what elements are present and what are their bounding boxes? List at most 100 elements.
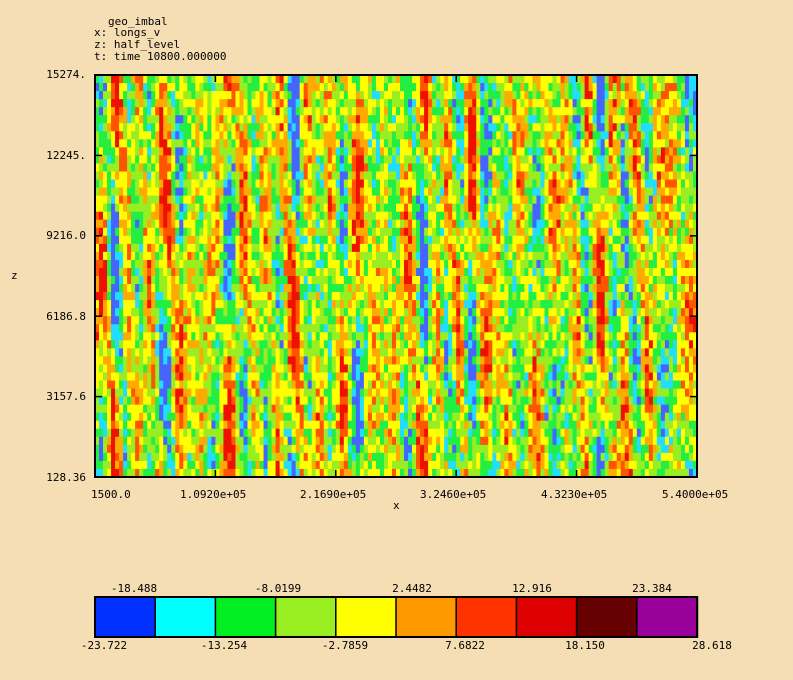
- heatmap-cell: [243, 163, 248, 172]
- heatmap-cell: [259, 356, 264, 365]
- heatmap-cell: [99, 267, 104, 277]
- heatmap-cell: [299, 251, 305, 261]
- heatmap-cell: [299, 147, 305, 156]
- heatmap-cell: [331, 420, 337, 430]
- heatmap-cell: [391, 396, 397, 406]
- heatmap-cell: [115, 348, 120, 357]
- heatmap-cell: [363, 243, 369, 253]
- heatmap-cell: [456, 308, 461, 317]
- heatmap-cell: [363, 452, 369, 462]
- heatmap-cell: [159, 131, 164, 140]
- heatmap-cell: [424, 123, 429, 132]
- heatmap-cell: [287, 332, 293, 341]
- heatmap-cell: [263, 131, 268, 140]
- heatmap-cell: [207, 147, 212, 156]
- heatmap-cell: [363, 123, 369, 132]
- heatmap-cell: [460, 412, 465, 422]
- heatmap-cell: [163, 356, 168, 365]
- heatmap-cell: [412, 356, 417, 365]
- heatmap-cell: [267, 195, 272, 205]
- heatmap-cell: [379, 251, 385, 261]
- heatmap-cell: [412, 187, 417, 196]
- heatmap-cell: [299, 75, 305, 84]
- heatmap-cell: [271, 99, 276, 108]
- heatmap-cell: [472, 147, 477, 156]
- heatmap-cell: [203, 284, 208, 293]
- heatmap-cell: [464, 235, 469, 245]
- heatmap-cell: [123, 195, 128, 205]
- heatmap-cell: [179, 259, 184, 269]
- heatmap-cell: [347, 460, 353, 470]
- heatmap-cell: [428, 316, 433, 325]
- heatmap-cell: [219, 123, 224, 132]
- heatmap-cell: [307, 348, 313, 357]
- heatmap-cell: [444, 147, 449, 156]
- heatmap-cell: [235, 147, 240, 156]
- heatmap-cell: [363, 308, 369, 317]
- heatmap-cell: [335, 83, 341, 92]
- heatmap-cell: [115, 340, 120, 349]
- heatmap-cell: [396, 372, 401, 381]
- heatmap-cell: [283, 219, 289, 229]
- heatmap-cell: [203, 147, 208, 156]
- heatmap-cell: [464, 316, 469, 325]
- heatmap-cell: [279, 332, 285, 341]
- heatmap-cell: [211, 179, 216, 188]
- heatmap-cell: [107, 348, 112, 357]
- heatmap-cell: [203, 203, 208, 213]
- heatmap-cell: [335, 195, 341, 205]
- heatmap-cell: [448, 211, 453, 221]
- heatmap-cell: [155, 356, 160, 365]
- heatmap-cell: [468, 324, 473, 333]
- heatmap-cell: [107, 115, 112, 124]
- heatmap-cell: [127, 75, 132, 84]
- heatmap-cell: [456, 340, 461, 349]
- heatmap-cell: [400, 259, 405, 269]
- heatmap-cell: [235, 300, 240, 309]
- heatmap-cell: [167, 155, 172, 164]
- heatmap-cell: [103, 340, 108, 349]
- heatmap-cell: [299, 219, 305, 229]
- heatmap-cell: [448, 316, 453, 325]
- heatmap-cell: [163, 171, 168, 180]
- heatmap-cell: [351, 251, 357, 261]
- heatmap-cell: [175, 332, 180, 341]
- heatmap-cell: [464, 211, 469, 221]
- heatmap-cell: [123, 292, 128, 301]
- heatmap-cell: [444, 115, 449, 124]
- heatmap-cell: [103, 396, 108, 406]
- heatmap-cell: [440, 356, 445, 365]
- heatmap-cell: [375, 452, 381, 462]
- heatmap-cell: [223, 324, 228, 333]
- heatmap-cell: [363, 75, 369, 84]
- heatmap-cell: [243, 452, 248, 462]
- heatmap-cell: [391, 292, 397, 301]
- heatmap-cell: [436, 139, 441, 148]
- heatmap-cell: [283, 171, 289, 180]
- heatmap-cell: [255, 203, 260, 213]
- heatmap-cell: [115, 300, 120, 309]
- heatmap-cell: [375, 115, 381, 124]
- heatmap-cell: [135, 155, 140, 164]
- heatmap-cell: [107, 251, 112, 261]
- heatmap-cell: [391, 227, 397, 237]
- heatmap-cell: [171, 139, 176, 148]
- heatmap-cell: [267, 412, 272, 422]
- heatmap-cell: [468, 91, 473, 100]
- heatmap-cell: [363, 195, 369, 205]
- heatmap-cell: [339, 276, 345, 285]
- heatmap-cell: [231, 372, 236, 381]
- heatmap-cell: [187, 428, 192, 438]
- heatmap-cell: [131, 155, 136, 164]
- heatmap-cell: [480, 259, 485, 269]
- heatmap-cell: [131, 91, 136, 100]
- heatmap-cell: [371, 91, 377, 100]
- heatmap-cell: [339, 107, 345, 116]
- heatmap-cell: [460, 83, 465, 92]
- heatmap-cell: [460, 107, 465, 116]
- heatmap-cell: [279, 292, 285, 301]
- heatmap-cell: [271, 171, 276, 180]
- heatmap-cell: [323, 348, 329, 357]
- heatmap-cell: [303, 292, 309, 301]
- heatmap-cell: [211, 99, 216, 108]
